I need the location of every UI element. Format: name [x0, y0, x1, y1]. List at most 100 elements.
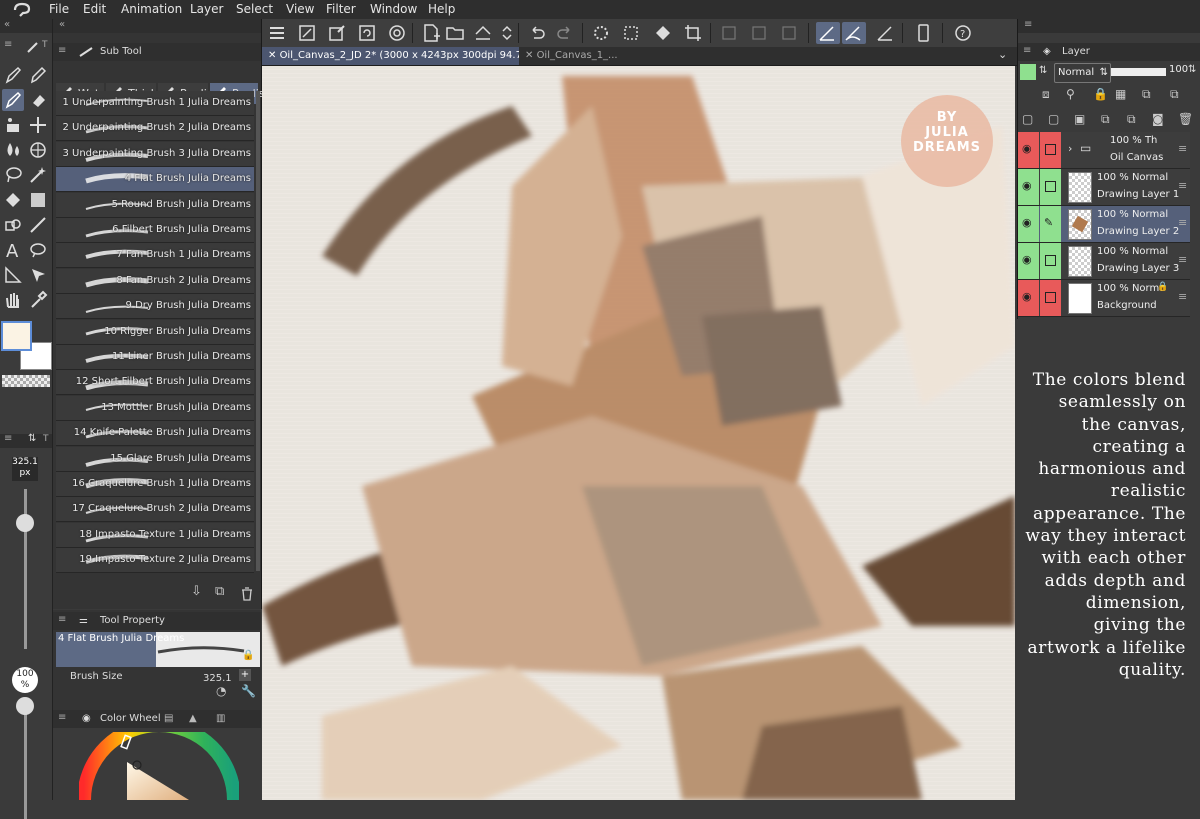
- clear-icon[interactable]: [718, 22, 740, 44]
- decoration-tool-icon[interactable]: [2, 114, 24, 136]
- close-icon[interactable]: ✕: [268, 50, 280, 61]
- menu-select[interactable]: Select: [236, 2, 273, 16]
- brush-list-scrollbar[interactable]: [256, 91, 260, 571]
- brush-list-item[interactable]: 13 Mottler Brush Julia Dreams: [56, 395, 254, 421]
- brush-list-item[interactable]: 4 Flat Brush Julia Dreams: [56, 167, 254, 193]
- clip-studio-logo-icon[interactable]: [11, 1, 33, 18]
- menu-window[interactable]: Window: [370, 2, 417, 16]
- smartphone-icon[interactable]: [912, 22, 934, 44]
- mask-icon[interactable]: ◙: [1152, 112, 1164, 126]
- transfer-down-icon[interactable]: ⧉: [1101, 112, 1110, 127]
- stepper-icon[interactable]: ⇅: [1188, 64, 1196, 75]
- layer-row[interactable]: ◉ ✎ 100 % Normal Drawing Layer 2 ≡: [1018, 206, 1190, 243]
- menu-lines-icon[interactable]: ≡: [1024, 19, 1032, 30]
- new-folder-icon[interactable]: ▣: [1074, 112, 1085, 126]
- layer-opacity-value[interactable]: 100: [1169, 64, 1188, 75]
- opacity-slider-thumb[interactable]: [16, 697, 34, 715]
- selection-grid-icon[interactable]: [620, 22, 642, 44]
- pencil-tool-icon[interactable]: [27, 64, 49, 86]
- transparent-color-swatch[interactable]: [2, 375, 50, 387]
- menu-lines-icon[interactable]: ≡: [58, 611, 66, 629]
- plus-icon[interactable]: +: [239, 669, 251, 681]
- brush-list-item[interactable]: 2 Underpainting Brush 2 Julia Dreams: [56, 116, 254, 142]
- layer-visibility-toggle[interactable]: ◉: [1018, 280, 1039, 316]
- brush-size-tab-icon[interactable]: ⇅: [28, 433, 36, 444]
- snap-ruler-icon[interactable]: [816, 22, 840, 44]
- save-icon[interactable]: [472, 22, 494, 44]
- layer-row[interactable]: ◉ 100 % Normal Drawing Layer 3 ≡: [1018, 243, 1190, 280]
- layer-opacity-slider[interactable]: [1111, 68, 1166, 76]
- color-slider-tab-icon[interactable]: ▤: [164, 710, 173, 728]
- menu-edit[interactable]: Edit: [83, 2, 106, 16]
- transform-icon[interactable]: [326, 22, 348, 44]
- brush-list-item[interactable]: 18 Impasto Texture 1 Julia Dreams: [56, 522, 254, 548]
- duplicate-icon[interactable]: ⧉: [215, 584, 224, 599]
- gradient-tool-icon[interactable]: [27, 189, 49, 211]
- ruler-tool-icon[interactable]: [2, 264, 24, 286]
- layer-edit-toggle[interactable]: [1040, 243, 1061, 279]
- eyedropper-tool-icon[interactable]: [27, 289, 49, 311]
- menu-help[interactable]: Help: [428, 2, 455, 16]
- canvas-size-icon[interactable]: [296, 22, 318, 44]
- delete-layer-icon[interactable]: 🗑: [1178, 112, 1193, 126]
- eraser-tool-icon[interactable]: [27, 89, 49, 111]
- pen-tool-icon[interactable]: [2, 64, 24, 86]
- layer-edit-toggle[interactable]: ✎: [1040, 206, 1061, 242]
- palette-color-icon[interactable]: ⧉: [1170, 87, 1179, 102]
- brush-list-item[interactable]: 5 Round Brush Julia Dreams: [56, 192, 254, 218]
- undo-icon[interactable]: [526, 22, 548, 44]
- lock-transparency-icon[interactable]: ▦: [1115, 87, 1126, 101]
- correct-line-tool-icon[interactable]: [27, 264, 49, 286]
- menu-file[interactable]: File: [49, 2, 69, 16]
- menu-lines-icon[interactable]: ≡: [4, 39, 12, 50]
- brush-list-item[interactable]: 8 Fan Brush 2 Julia Dreams: [56, 268, 254, 294]
- invert-selection-icon[interactable]: [778, 22, 800, 44]
- lasso-tool-icon[interactable]: [2, 164, 24, 186]
- drag-handle-icon[interactable]: ≡: [1178, 179, 1187, 192]
- drag-handle-icon[interactable]: ≡: [1178, 216, 1187, 229]
- menu-view[interactable]: View: [286, 2, 314, 16]
- tab-oil-canvas-1[interactable]: ✕ Oil_Canvas_1_...: [519, 47, 621, 65]
- brush-size-slider-thumb[interactable]: [16, 514, 34, 532]
- drag-handle-icon[interactable]: ≡: [1178, 290, 1187, 303]
- clock-icon[interactable]: ◔: [216, 684, 226, 698]
- globe-tool-icon[interactable]: [27, 139, 49, 161]
- menu-lines-icon[interactable]: ≡: [58, 709, 66, 727]
- new-file-icon[interactable]: [420, 22, 442, 44]
- spiral-icon[interactable]: [386, 22, 408, 44]
- lock-layer-icon[interactable]: 🔒: [1093, 87, 1108, 101]
- open-folder-icon[interactable]: [444, 22, 466, 44]
- brush-list-item[interactable]: 15 Glare Brush Julia Dreams: [56, 446, 254, 472]
- chevron-down-icon[interactable]: ⌄: [998, 48, 1007, 61]
- foreground-color-swatch[interactable]: [1, 321, 32, 351]
- trash-icon[interactable]: [241, 587, 253, 601]
- menu-animation[interactable]: Animation: [121, 2, 182, 16]
- layer-edit-toggle[interactable]: [1040, 169, 1061, 205]
- help-icon[interactable]: ?: [952, 22, 974, 44]
- brush-list-item[interactable]: 16 Craquelure Brush 1 Julia Dreams: [56, 472, 254, 497]
- brush-list-item[interactable]: 14 Knife Palette Brush Julia Dreams: [56, 421, 254, 447]
- collapse-left-icon[interactable]: «: [59, 19, 65, 30]
- snap-special-ruler-icon[interactable]: [842, 22, 866, 44]
- brush-list-item[interactable]: 19 Impasto Texture 2 Julia Dreams: [56, 548, 254, 574]
- brush-list-item[interactable]: 11 Liner Brush Julia Dreams: [56, 345, 254, 370]
- layer-row[interactable]: ◉ › ▭ 100 % Th Oil Canvas ≡: [1018, 132, 1190, 169]
- brush-list-item[interactable]: 7 Fan Brush 1 Julia Dreams: [56, 243, 254, 269]
- layer-list-scrollbar[interactable]: [1192, 132, 1200, 312]
- balloon-tool-icon[interactable]: [27, 239, 49, 261]
- layer-row[interactable]: ◉ 100 % Normal Drawing Layer 1 ≡: [1018, 169, 1190, 206]
- brush-list-item[interactable]: 12 Short Filbert Brush Julia Dreams: [56, 370, 254, 396]
- layer-color-swatch[interactable]: [1020, 64, 1036, 80]
- lock-icon[interactable]: 🔒: [242, 650, 254, 661]
- brush-list-item[interactable]: 10 Rigger Brush Julia Dreams: [56, 319, 254, 345]
- brush-list-item[interactable]: 1 Underpainting Brush 1 Julia Dreams: [56, 91, 254, 116]
- menu-layer[interactable]: Layer: [190, 2, 223, 16]
- text-tool-icon[interactable]: A: [2, 239, 24, 262]
- brush-list-item[interactable]: 6 Filbert Brush Julia Dreams: [56, 218, 254, 243]
- new-raster-layer-icon[interactable]: ▢: [1022, 112, 1033, 126]
- snap-grid-icon[interactable]: [874, 22, 896, 44]
- color-wheel-tab-icon[interactable]: ◉: [82, 710, 91, 728]
- redo-icon[interactable]: [554, 22, 576, 44]
- line-tool-icon[interactable]: [27, 214, 49, 236]
- figure-tool-icon[interactable]: [2, 214, 24, 236]
